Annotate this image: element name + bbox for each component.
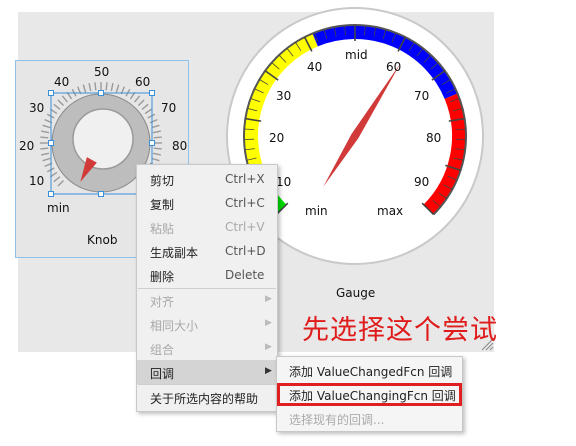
- submenu-item-add-valuechangedfcn[interactable]: 添加 ValueChangedFcn 回调: [277, 359, 462, 382]
- menu-item-label: 粘贴: [150, 222, 175, 236]
- submenu-arrow-icon: ▶: [265, 294, 272, 304]
- context-menu: 剪切 Ctrl+X 复制 Ctrl+C 粘贴 Ctrl+V 生成副本 Ctrl+…: [136, 164, 278, 412]
- selection-handle: [48, 191, 54, 197]
- knob-tick-label: 40: [54, 75, 70, 89]
- menu-item-shortcut: Ctrl+X: [225, 172, 265, 186]
- knob-tick-label: 60: [135, 75, 151, 89]
- submenu-arrow-icon: ▶: [265, 366, 272, 376]
- menu-item-group[interactable]: 组合 ▶: [137, 336, 277, 360]
- knob-tick: [53, 176, 61, 183]
- menu-item-shortcut: Delete: [225, 268, 265, 282]
- knob-tick: [149, 119, 158, 124]
- knob-tick: [42, 124, 51, 129]
- menu-item-label: 回调: [150, 367, 175, 381]
- callbacks-submenu: 添加 ValueChangedFcn 回调 添加 ValueChangingFc…: [276, 356, 463, 432]
- knob-tick: [153, 147, 162, 150]
- submenu-arrow-icon: ▶: [265, 342, 272, 352]
- submenu-item-add-valuechangingfcn[interactable]: 添加 ValueChangingFcn 回调: [277, 383, 462, 406]
- knob-tick: [53, 103, 61, 110]
- menu-item-paste[interactable]: 粘贴 Ctrl+V: [137, 215, 277, 239]
- menu-item-label: 关于所选内容的帮助: [150, 392, 259, 406]
- knob-tick: [141, 103, 149, 110]
- knob-tick: [144, 108, 153, 115]
- submenu-arrow-icon: ▶: [265, 318, 272, 328]
- knob-tick: [151, 124, 160, 129]
- knob-caption: Knob: [87, 233, 118, 247]
- knob-tick: [153, 136, 162, 139]
- knob-tick: [61, 95, 68, 103]
- knob-tick: [40, 147, 49, 150]
- selection-handle: [48, 140, 54, 146]
- menu-item-same-size[interactable]: 相同大小 ▶: [137, 312, 277, 336]
- selection-handle: [48, 90, 54, 96]
- knob-tick: [110, 83, 114, 92]
- menu-item-delete[interactable]: 删除 Delete: [137, 263, 277, 287]
- menu-item-cut[interactable]: 剪切 Ctrl+X: [137, 167, 277, 191]
- menu-item-label: 相同大小: [150, 319, 199, 333]
- knob-tick: [57, 99, 65, 107]
- menu-item-copy[interactable]: 复制 Ctrl+C: [137, 191, 277, 215]
- selection-handle: [98, 90, 104, 96]
- selection-handle: [98, 191, 104, 197]
- knob-tick-label: 30: [29, 101, 45, 115]
- annotation-text: 先选择这个尝试: [302, 315, 498, 346]
- menu-item-shortcut: Ctrl+V: [225, 220, 265, 234]
- menu-item-label: 对齐: [150, 295, 175, 309]
- knob-cap: [72, 108, 134, 170]
- knob-tick: [147, 113, 156, 119]
- knob-tick: [115, 84, 120, 93]
- submenu-item-label: 添加 ValueChangedFcn 回调: [289, 365, 453, 379]
- menu-item-duplicate[interactable]: 生成副本 Ctrl+D: [137, 239, 277, 263]
- menu-item-label: 组合: [150, 343, 175, 357]
- knob-tick: [105, 82, 108, 91]
- knob-tick-label: 10: [29, 174, 45, 188]
- menu-item-help[interactable]: 关于所选内容的帮助: [137, 385, 277, 409]
- menu-item-align[interactable]: 对齐 ▶: [137, 288, 277, 312]
- menu-item-shortcut: Ctrl+D: [225, 244, 266, 258]
- knob-tick: [152, 152, 161, 156]
- knob-tick: [82, 84, 87, 93]
- submenu-item-label: 选择现有的回调...: [289, 413, 385, 427]
- knob-tick-label: 80: [172, 139, 188, 153]
- knob-tick: [57, 179, 65, 187]
- knob-tick: [40, 136, 49, 139]
- menu-item-label: 剪切: [150, 174, 175, 188]
- knob-tick: [41, 130, 50, 134]
- submenu-item-label: 添加 ValueChangingFcn 回调: [289, 389, 456, 403]
- menu-item-label: 生成副本: [150, 246, 199, 260]
- menu-item-label: 删除: [150, 270, 175, 284]
- knob-tick-label: 70: [161, 101, 177, 115]
- knob-tick: [137, 99, 145, 107]
- menu-item-shortcut: Ctrl+C: [225, 196, 265, 210]
- knob-tick-label: min: [47, 201, 70, 215]
- knob-tick: [88, 83, 92, 92]
- menu-item-callbacks[interactable]: 回调 ▶: [137, 360, 277, 384]
- knob-tick-label: 20: [19, 139, 35, 153]
- knob-tick: [151, 157, 160, 162]
- knob-tick: [42, 157, 51, 162]
- knob-tick: [152, 130, 161, 134]
- knob-tick: [41, 152, 50, 156]
- selection-handle: [149, 90, 155, 96]
- menu-item-label: 复制: [150, 198, 175, 212]
- knob-tick: [134, 95, 141, 103]
- submenu-item-select-existing-callback[interactable]: 选择现有的回调...: [277, 407, 462, 430]
- selection-handle: [149, 140, 155, 146]
- knob-tick-label: 50: [94, 65, 110, 79]
- knob-tick: [94, 82, 97, 91]
